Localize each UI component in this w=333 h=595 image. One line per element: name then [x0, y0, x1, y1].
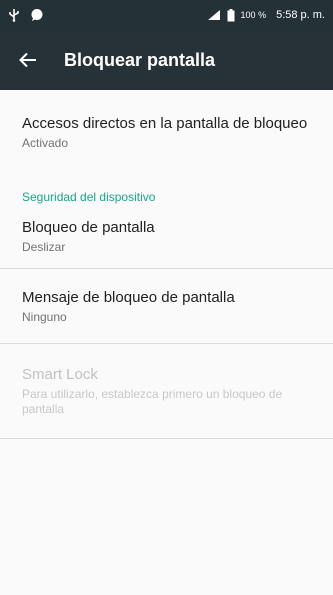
- pref-lockscreen-shortcuts[interactable]: Accesos directos en la pantalla de bloqu…: [0, 90, 333, 174]
- back-button[interactable]: [0, 30, 56, 90]
- back-arrow-icon: [19, 52, 37, 68]
- divider: [0, 438, 333, 439]
- preference-list: Accesos directos en la pantalla de bloqu…: [0, 90, 333, 439]
- pref-title: Mensaje de bloqueo de pantalla: [22, 288, 235, 306]
- usb-icon: [8, 8, 20, 22]
- status-bar: 100 % 5:58 p. m.: [0, 0, 333, 30]
- pref-summary: Ninguno: [22, 309, 67, 324]
- battery-percent: 100 %: [240, 10, 267, 20]
- pref-lock-message[interactable]: Mensaje de bloqueo de pantalla Ninguno: [0, 269, 333, 343]
- signal-icon: [207, 9, 221, 21]
- category-header: Seguridad del dispositivo: [22, 190, 156, 204]
- pref-smart-lock: Smart Lock Para utilizarlo, establezca p…: [0, 344, 333, 438]
- pref-summary: Deslizar: [22, 239, 66, 254]
- pref-title: Smart Lock: [22, 365, 98, 383]
- pref-title: Accesos directos en la pantalla de bloqu…: [22, 114, 308, 132]
- notification-icon: [30, 8, 44, 22]
- page-title: Bloquear pantalla: [64, 49, 216, 70]
- pref-summary: Activado: [22, 135, 69, 150]
- battery-icon: [227, 8, 235, 22]
- clock: 5:58 p. m.: [276, 9, 325, 21]
- pref-screen-lock[interactable]: Bloqueo de pantalla Deslizar: [0, 204, 333, 268]
- pref-summary: Para utilizarlo, establezca primero un b…: [22, 386, 283, 416]
- toolbar: Bloquear pantalla: [0, 30, 333, 90]
- pref-title: Bloqueo de pantalla: [22, 218, 155, 236]
